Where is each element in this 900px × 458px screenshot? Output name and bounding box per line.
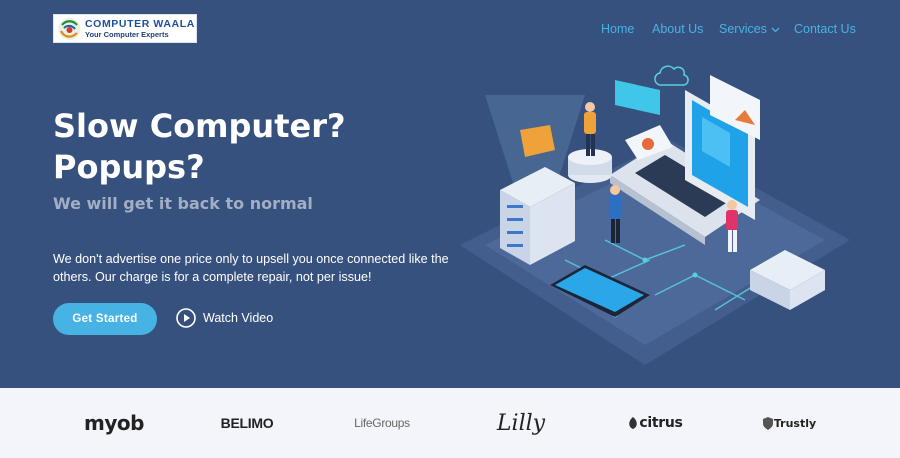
client-lilly-text: Lilly [496, 410, 546, 436]
nav-services-label: Services [719, 22, 767, 36]
get-started-button[interactable]: Get Started [53, 303, 157, 335]
client-logo-belimo: BELIMO [212, 388, 282, 458]
logo-name: COMPUTER WAALA [85, 18, 195, 30]
hero-description: We don't advertise one price only to ups… [53, 252, 449, 284]
nav-about-label: About Us [652, 22, 704, 36]
client-lifegroups-text: LifeGroups [354, 416, 410, 430]
hero-section: COMPUTER WAALA Your Computer Experts Hom… [0, 0, 900, 388]
client-logo-trustly: Trustly [754, 388, 824, 458]
nav-services[interactable]: Services [719, 22, 780, 36]
logo-emblem-icon [58, 17, 81, 40]
play-icon [176, 308, 196, 328]
hero-title-line1: Slow Computer? [53, 107, 346, 145]
nav-contact-label: Contact Us [794, 22, 856, 36]
site-header: COMPUTER WAALA Your Computer Experts Hom… [0, 0, 900, 58]
chevron-down-icon [771, 27, 780, 32]
client-citrus-text: citrus [639, 415, 683, 431]
client-logo-lilly: Lilly [486, 388, 556, 458]
client-logo-lifegroups: LifeGroups [347, 388, 417, 458]
site-logo[interactable]: COMPUTER WAALA Your Computer Experts [53, 14, 197, 43]
client-belimo-text: BELIMO [220, 415, 274, 431]
trustly-shield-icon [762, 416, 773, 430]
clients-strip: myob BELIMO LifeGroups Lilly citrus Trus… [0, 388, 900, 458]
client-myob-text: myob [84, 411, 144, 435]
watch-video-label: Watch Video [203, 311, 274, 325]
client-logo-myob: myob [79, 388, 149, 458]
hero-subtitle: We will get it back to normal [53, 194, 313, 213]
logo-tagline: Your Computer Experts [85, 29, 169, 39]
nav-home[interactable]: Home [601, 22, 634, 36]
citrus-leaf-icon [629, 417, 638, 429]
client-trustly-text: Trustly [773, 416, 817, 430]
get-started-label: Get Started [72, 313, 138, 325]
hero-illustration [460, 65, 850, 365]
watch-video-link[interactable]: Watch Video [176, 308, 273, 328]
nav-home-label: Home [601, 22, 635, 36]
nav-contact-us[interactable]: Contact Us [794, 22, 856, 36]
hero-title-line2: Popups? [53, 148, 205, 186]
client-logo-citrus: citrus [620, 388, 690, 458]
nav-about-us[interactable]: About Us [652, 22, 703, 36]
hero-title: Slow Computer? Popups? [53, 106, 433, 188]
